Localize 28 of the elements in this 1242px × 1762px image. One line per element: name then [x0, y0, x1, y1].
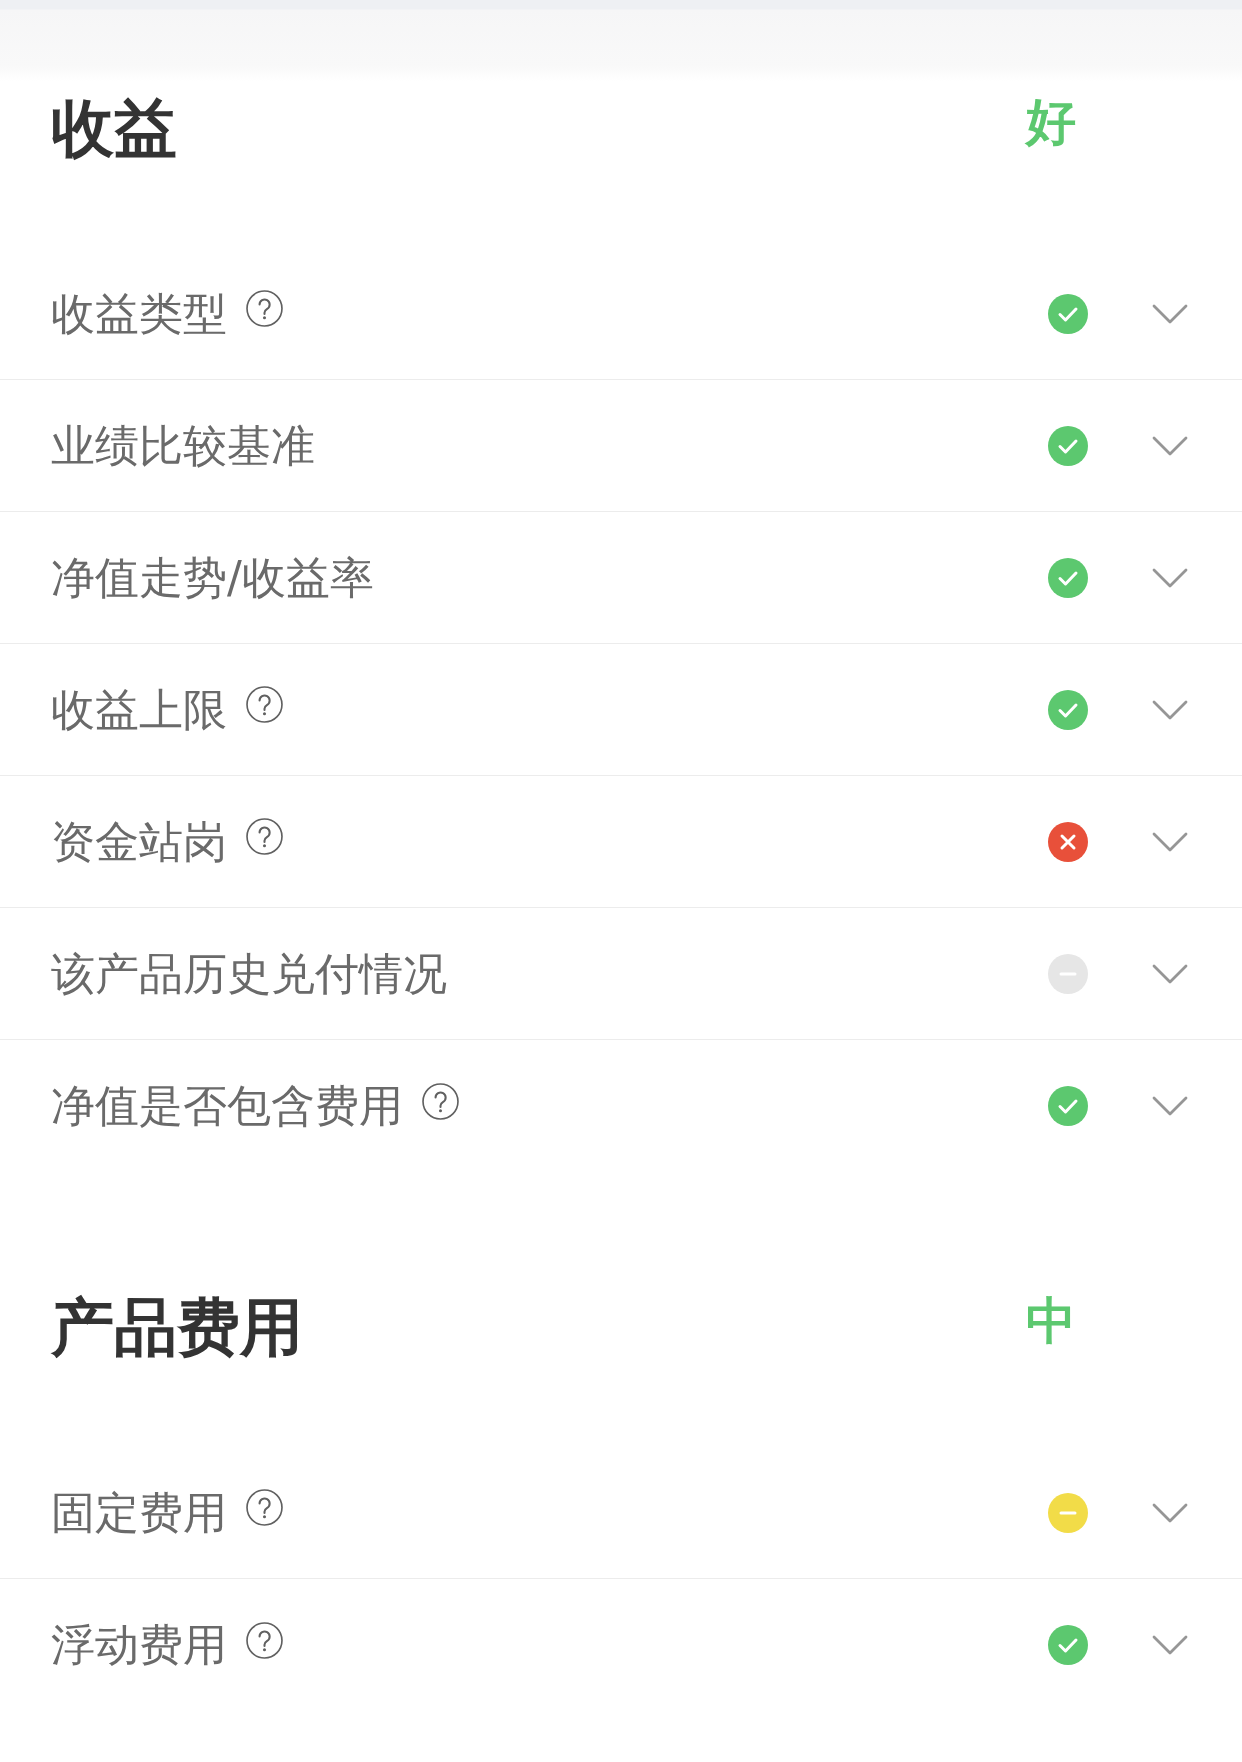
row-label: 净值是否包含费用 [51, 1079, 403, 1133]
chevron-icon[interactable] [1152, 1635, 1188, 1655]
chevron-icon[interactable] [1152, 831, 1188, 852]
chevron-icon[interactable] [1152, 435, 1188, 456]
help-icon[interactable] [246, 290, 283, 327]
row-label: 净值走势/收益率 [51, 550, 374, 605]
row-label: 该产品历史兑付情况 [51, 946, 447, 1001]
chevron-icon[interactable] [1152, 303, 1188, 324]
row-label: 收益类型 [51, 286, 227, 341]
row-label: 收益上限 [51, 682, 227, 737]
help-icon[interactable] [246, 1621, 283, 1659]
section-title: 产品费用 [51, 1291, 303, 1365]
chevron-icon[interactable] [1152, 1502, 1188, 1523]
row-label: 业绩比较基准 [51, 418, 315, 473]
row-label: 浮动费用 [51, 1618, 227, 1672]
rating-label: 中 [1026, 1291, 1076, 1351]
help-icon[interactable] [246, 686, 283, 723]
help-icon[interactable] [422, 1082, 459, 1120]
chevron-icon[interactable] [1152, 699, 1188, 720]
rating-label: 好 [1026, 92, 1076, 152]
chevron-icon[interactable] [1152, 1096, 1188, 1116]
row-label: 固定费用 [51, 1485, 227, 1540]
help-icon[interactable] [246, 1489, 283, 1526]
help-icon[interactable] [246, 818, 283, 855]
section-title: 收益 [51, 92, 177, 166]
chevron-icon[interactable] [1152, 963, 1188, 984]
row-label: 资金站岗 [51, 814, 227, 869]
chevron-icon[interactable] [1152, 567, 1188, 588]
